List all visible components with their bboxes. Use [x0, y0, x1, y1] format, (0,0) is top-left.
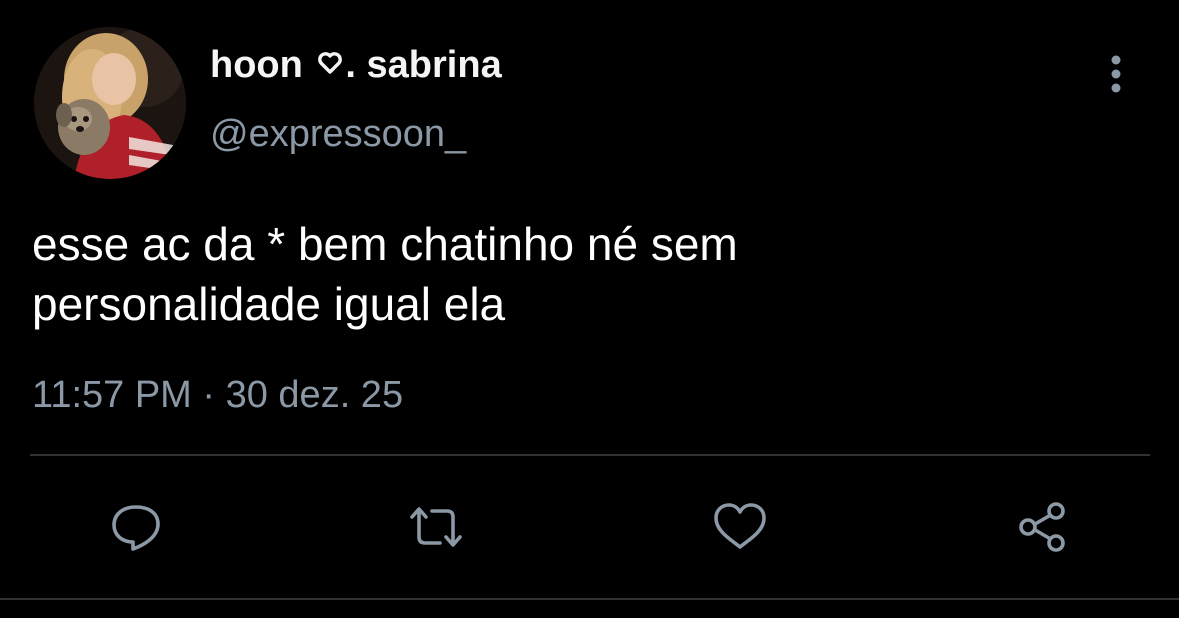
display-name[interactable]: hoon . sabrina [210, 44, 502, 88]
share-button[interactable] [1010, 497, 1074, 557]
tweet-timestamp[interactable]: 11:57 PM · 30 dez. 25 [32, 374, 403, 417]
tweet-text-line-1: esse ac da * bem chatinho né sem [32, 218, 738, 270]
reply-bubble-icon [106, 499, 166, 555]
tweet-text-line-2: personalidade igual ela [32, 278, 506, 330]
display-name-part1: hoon [210, 44, 303, 86]
share-icon [1012, 499, 1072, 555]
reply-button[interactable] [104, 497, 168, 557]
like-button[interactable] [708, 497, 772, 557]
display-name-part2: . sabrina [345, 44, 502, 86]
tweet-card: hoon . sabrina @expressoon_ esse ac da *… [0, 0, 1179, 618]
user-handle[interactable]: @expressoon_ [210, 113, 466, 156]
more-vertical-icon[interactable] [1096, 52, 1136, 100]
divider [30, 454, 1150, 456]
heart-icon [710, 499, 770, 555]
tweet-text: esse ac da * bem chatinho né sem persona… [32, 214, 1132, 334]
heart-outline-emoji-icon [317, 42, 343, 85]
avatar[interactable] [34, 27, 186, 179]
retweet-button[interactable] [404, 497, 468, 557]
retweet-icon [404, 499, 468, 555]
divider [0, 598, 1179, 600]
